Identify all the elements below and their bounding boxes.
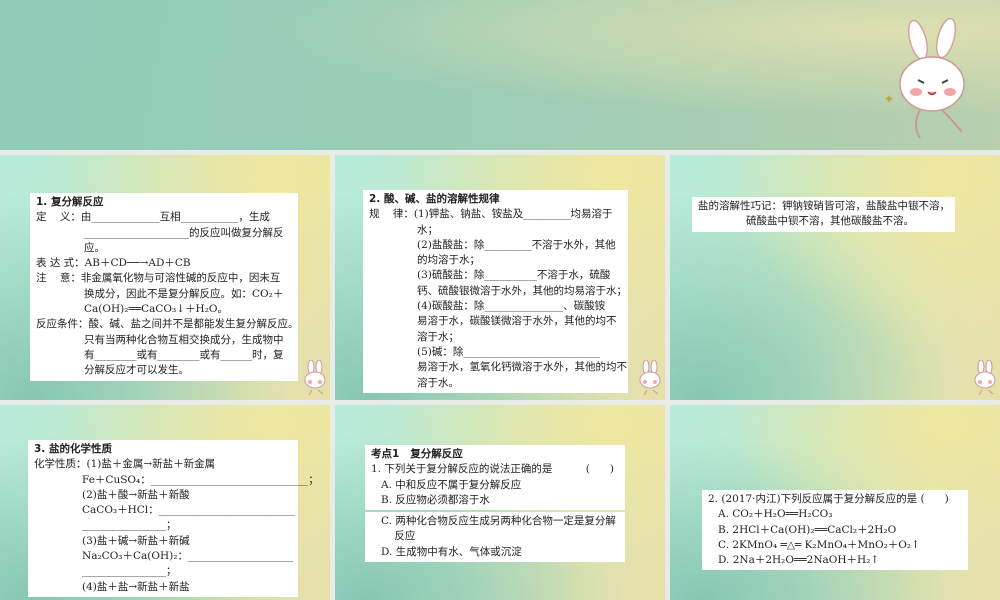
text-line: 1. 下列关于复分解反应的说法正确的是 ( )	[371, 463, 614, 476]
text-line: 的均溶于水；	[417, 254, 480, 267]
svg-text:✦: ✦	[884, 92, 894, 106]
text-line: C. 2KMnO₄ ═△═ K₂MnO₄＋MnO₂＋O₂↑	[718, 538, 920, 551]
text-line: D. 生成物中有水、气体或沉淀	[381, 545, 522, 558]
text-box: C. 两种化合物反应生成另两种化合物一定是复分解 反应 D. 生成物中有水、气体或…	[365, 512, 625, 562]
bunny-icon	[974, 360, 996, 396]
text-line: 易溶于水，碳酸镁微溶于水外，其他的均不	[417, 315, 617, 328]
text-line: 反应	[381, 530, 416, 543]
text-line: CaCO₃＋HCl：__________________________	[82, 504, 296, 517]
text-box: 考点1 复分解反应 1. 下列关于复分解反应的说法正确的是 ( ) A. 中和反应不…	[365, 445, 625, 511]
text-line: 考点1 复分解反应	[371, 448, 463, 460]
text-line: D. 2Na＋2H₂O══2NaOH＋H₂↑	[718, 554, 880, 567]
text-box: 3. 盐的化学性质化学性质：(1)盐＋金属→新盐＋新金属 Fe＋CuSO₄：___…	[28, 440, 319, 597]
bunny-icon	[304, 360, 326, 396]
text-line: (2)盐＋酸→新盐＋新酸	[82, 488, 190, 501]
text-line: 化学性质：(1)盐＋金属→新盐＋新金属	[34, 458, 216, 471]
text-line: 1. 复分解反应	[36, 196, 104, 208]
text-line: 规 律：(1)钾盐、钠盐、铵盐及_________均易溶于	[369, 208, 613, 221]
text-line: 换成分，因此不是复分解反应。如：CO₂＋	[84, 287, 284, 300]
text-line: B. 2HCl＋Ca(OH)₂══CaCl₂＋2H₂O	[718, 523, 897, 536]
exam-question-2-slide[interactable]: 2. (2017·内江)下列反应属于复分解反应的是 ( ) A. CO₂＋H₂O═…	[670, 405, 1000, 600]
text-line: 钙、硫酸银微溶于水外，其他的均易溶于水；	[417, 284, 627, 297]
text-box: 2. 酸、碱、盐的溶解性规律规 律：(1)钾盐、钠盐、铵盐及_________均…	[363, 190, 628, 393]
text-line: 3. 盐的化学性质	[34, 443, 112, 455]
text-line: 水；	[417, 223, 438, 236]
text-line: 硫酸盐中钡不溶，其他碳酸盐不溶。	[746, 215, 914, 228]
top-banner-slide[interactable]: ✦	[0, 0, 1000, 150]
text-line: Na₂CO₃＋Ca(OH)₂：____________________	[82, 550, 293, 563]
text-line: ____________________的反应叫做复分解反	[84, 226, 284, 239]
text-line: A. CO₂＋H₂O══H₂CO₃	[718, 508, 833, 521]
double-decomposition-slide[interactable]: 1. 复分解反应定 义：由_____________互相___________，…	[0, 155, 330, 400]
text-line: 2. 酸、碱、盐的溶解性规律	[369, 193, 500, 205]
text-line: 分解反应才可以发生。	[84, 364, 189, 377]
text-line: 2. (2017·内江)下列反应属于复分解反应的是 ( )	[708, 493, 949, 505]
text-box: 盐的溶解性巧记：钾钠铵硝皆可溶，盐酸盐中银不溶， 硫酸盐中钡不溶，其他碳酸盐不溶。	[692, 197, 955, 232]
text-line: 盐的溶解性巧记：钾钠铵硝皆可溶，盐酸盐中银不溶，	[698, 200, 950, 212]
text-line: Fe＋CuSO₄：______________________________；	[82, 473, 319, 486]
text-line: Ca(OH)₂══CaCO₃↓＋H₂O。	[84, 303, 229, 316]
text-line: A. 中和反应不属于复分解反应	[381, 478, 522, 491]
text-line: (4)盐＋盐→新盐＋新盐	[82, 580, 190, 593]
text-line: 只有当两种化合物互相交换成分，生成物中	[84, 333, 284, 346]
text-line: 易溶于水，氢氧化钙微溶于水外，其他的均不	[417, 361, 627, 374]
text-line: (3)硫酸盐：除__________不溶于水，硫酸	[417, 269, 611, 282]
text-line: B. 反应物必须都溶于水	[381, 493, 490, 506]
text-line: 注 意：非金属氧化物与可溶性碱的反应中，因未互	[36, 272, 281, 285]
text-line: 有________或有________或有______时，复	[84, 348, 284, 361]
text-line: (4)碳酸盐：除_______________、碳酸铵	[417, 300, 606, 313]
text-line: ________________；	[82, 565, 177, 578]
text-box: 1. 复分解反应定 义：由_____________互相___________，…	[30, 193, 299, 381]
bunny-icon	[639, 360, 661, 396]
bunny-mascot-icon: ✦	[884, 18, 965, 139]
text-line: 反应条件：酸、碱、盐之间并不是都能发生复分解反应。	[36, 318, 299, 331]
text-line: C. 两种化合物反应生成另两种化合物一定是复分解	[381, 515, 616, 527]
solubility-mnemonic-slide[interactable]: 盐的溶解性巧记：钾钠铵硝皆可溶，盐酸盐中银不溶， 硫酸盐中钡不溶，其他碳酸盐不溶。	[670, 155, 1000, 400]
text-line: 表 达 式：AB＋CD──→AD＋CB	[36, 257, 191, 270]
text-line: 溶于水；	[417, 330, 459, 343]
text-line: ________________；	[82, 519, 177, 532]
text-line: (2)盐酸盐：除_________不溶于水外，其他	[417, 238, 616, 251]
salt-properties-slide[interactable]: 3. 盐的化学性质化学性质：(1)盐＋金属→新盐＋新金属 Fe＋CuSO₄：___…	[0, 405, 330, 600]
text-line: 应。	[84, 241, 105, 254]
solubility-rules-slide[interactable]: 2. 酸、碱、盐的溶解性规律规 律：(1)钾盐、钠盐、铵盐及_________均…	[335, 155, 665, 400]
text-line: (5)碱：除__________________________	[417, 345, 600, 358]
exam-question-1-slide[interactable]: 考点1 复分解反应 1. 下列关于复分解反应的说法正确的是 ( ) A. 中和反应不…	[335, 405, 665, 600]
text-line: 溶于水。	[417, 376, 459, 389]
text-box: 2. (2017·内江)下列反应属于复分解反应的是 ( ) A. CO₂＋H₂O═…	[702, 490, 968, 571]
text-line: 定 义：由_____________互相___________，生成	[36, 211, 270, 224]
text-line: (3)盐＋碱→新盐＋新碱	[82, 534, 190, 547]
